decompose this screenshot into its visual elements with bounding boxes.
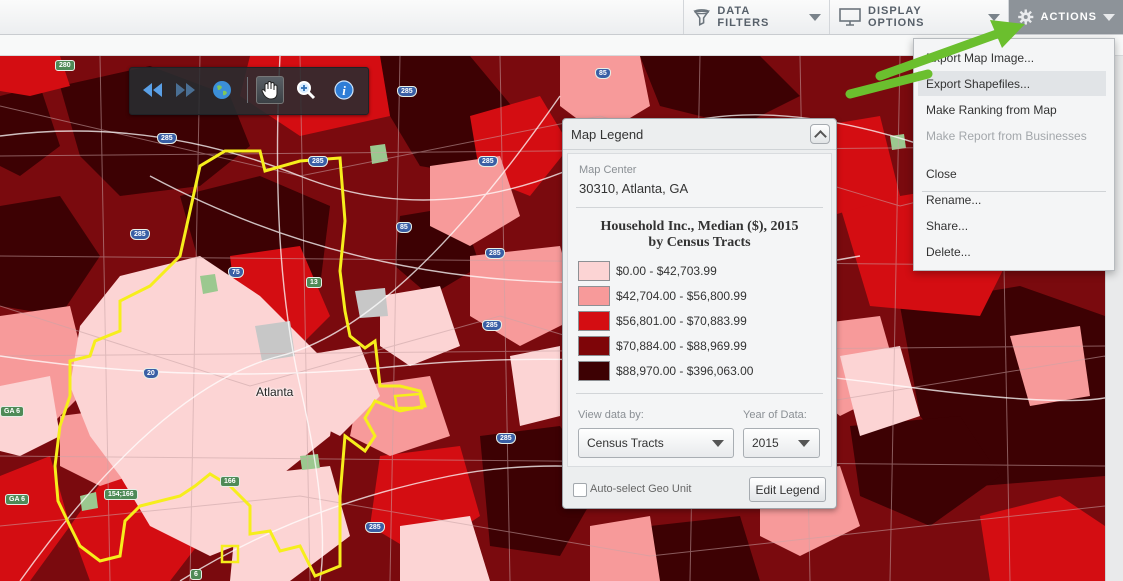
route-shield: 6 [190,569,202,580]
year-of-data-select[interactable]: 2015 [743,428,820,458]
legend-swatch [578,260,610,281]
divider [576,207,823,208]
zoom-in-icon[interactable] [292,76,320,104]
view-data-by-value: Census Tracts [587,436,664,450]
legend-swatch [578,285,610,306]
city-label: Atlanta [256,385,294,399]
legend-body: Map Center 30310, Atlanta, GA Household … [567,153,832,467]
route-shield: 285 [482,320,502,331]
menu-item-delete[interactable]: Delete... [918,239,1106,264]
actions-label: ACTIONS [1040,11,1097,23]
forward-icon[interactable] [172,76,200,104]
route-shield: 285 [130,229,150,240]
menu-item-make-report: Make Report from Businesses [926,128,1087,143]
chevron-down-icon [809,13,821,21]
divider [576,393,823,394]
data-filters-button[interactable]: DATA FILTERS [683,0,829,34]
data-filters-label: DATA FILTERS [717,5,770,29]
route-shield: 20 [143,368,159,379]
legend-swatch [578,360,610,381]
chevron-down-icon [712,440,724,447]
legend-class-label: $56,801.00 - $70,883.99 [616,313,747,328]
route-shield: 75 [228,267,244,278]
svg-text:i: i [342,83,346,98]
nav-divider [247,77,248,103]
legend-classes: $0.00 - $42,703.99 $42,704.00 - $56,800.… [578,258,753,383]
route-shield: 85 [595,68,611,79]
info-icon[interactable]: i [330,76,358,104]
pan-hand-icon[interactable] [256,76,284,104]
map-nav-toolbar: i [129,67,369,115]
route-shield: 285 [157,133,177,144]
map-legend-panel: Map Legend Map Center 30310, Atlanta, GA… [562,118,837,509]
map-center-value: 30310, Atlanta, GA [579,181,689,196]
route-shield: 154;166 [104,489,138,500]
legend-class-row: $0.00 - $42,703.99 [578,258,753,283]
legend-class-row: $88,970.00 - $396,063.00 [578,358,753,383]
route-shield: 13 [306,277,322,288]
legend-class-label: $88,970.00 - $396,063.00 [616,363,754,378]
back-icon[interactable] [138,76,166,104]
legend-class-label: $0.00 - $42,703.99 [616,263,717,278]
legend-footer: Auto-select Geo Unit Edit Legend [563,471,836,507]
route-shield: 285 [397,86,417,97]
view-data-by-label: View data by: [578,409,644,421]
chevron-down-icon [798,440,810,447]
edit-legend-button[interactable]: Edit Legend [749,477,826,502]
legend-class-label: $70,884.00 - $88,969.99 [616,338,747,353]
legend-title-line2: by Census Tracts [648,235,751,250]
route-shield: 285 [485,248,505,259]
route-shield: GA 6 [5,494,30,505]
route-shield: 285 [478,156,498,167]
legend-class-row: $42,704.00 - $56,800.99 [578,283,753,308]
auto-select-label: Auto-select Geo Unit [590,483,692,495]
collapse-button[interactable] [810,124,830,144]
route-shield: 285 [308,156,328,167]
legend-class-label: $42,704.00 - $56,800.99 [616,288,747,303]
legend-class-row: $56,801.00 - $70,883.99 [578,308,753,333]
legend-title-line1: Household Inc., Median ($), 2015 [600,219,799,234]
globe-icon[interactable] [208,76,236,104]
route-shield: 280 [55,60,75,71]
legend-header-title: Map Legend [571,126,644,142]
auto-select-checkbox[interactable] [573,483,587,497]
map-center-label: Map Center [579,164,637,176]
route-shield: 85 [396,222,412,233]
route-shield: 166 [220,476,240,487]
menu-item-close[interactable]: Close [918,161,1106,186]
legend-class-row: $70,884.00 - $88,969.99 [578,333,753,358]
route-shield: 285 [365,522,385,533]
route-shield: 285 [496,433,516,444]
route-shield: GA 6 [0,406,25,417]
chevron-down-icon [1103,13,1115,21]
view-data-by-select[interactable]: Census Tracts [578,428,734,458]
menu-item-share[interactable]: Share... [918,213,1106,238]
year-of-data-value: 2015 [752,436,779,450]
menu-item-rename[interactable]: Rename... [918,187,1106,212]
year-of-data-label: Year of Data: [743,409,807,421]
legend-swatch [578,310,610,331]
chevron-up-icon [813,129,827,143]
legend-title: Household Inc., Median ($), 2015 by Cens… [568,219,831,251]
legend-header: Map Legend [563,119,836,150]
legend-swatch [578,335,610,356]
annotation-arrow-icon [845,20,1025,99]
filter-icon [693,9,710,26]
